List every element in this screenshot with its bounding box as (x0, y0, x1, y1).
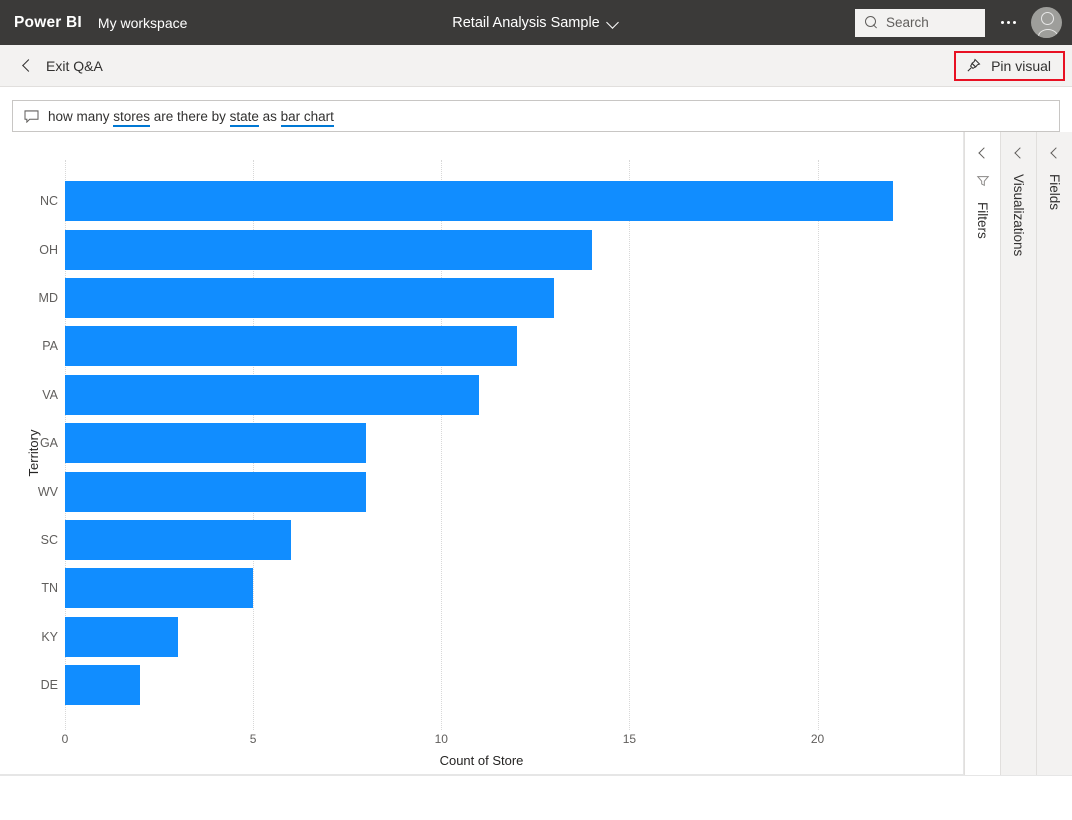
bar-PA[interactable] (65, 326, 517, 366)
bar-row[interactable] (65, 419, 953, 467)
search-input[interactable]: Search (855, 9, 985, 37)
bar-chart: Territory NCOHMDPAVAGAWVSCTNKYDE 0510152… (0, 132, 963, 774)
bar-row[interactable] (65, 613, 953, 661)
dot (1013, 21, 1016, 24)
y-axis-tick-label: WV (22, 467, 58, 515)
search-placeholder: Search (886, 15, 929, 30)
x-axis-tick-label: 5 (250, 732, 257, 746)
pane-filters[interactable]: Filters (964, 132, 1000, 775)
bar-DE[interactable] (65, 665, 140, 705)
main-content: Territory NCOHMDPAVAGAWVSCTNKYDE 0510152… (0, 132, 1072, 775)
bar-OH[interactable] (65, 230, 592, 270)
bar-VA[interactable] (65, 375, 479, 415)
pane-visualizations-label[interactable]: Visualizations (1011, 174, 1026, 256)
qa-text-part: are there by (150, 109, 230, 124)
y-axis-tick-label: PA (22, 322, 58, 370)
exit-qa-button[interactable]: Exit Q&A (22, 58, 103, 74)
bar-row[interactable] (65, 516, 953, 564)
x-axis-tick-label: 10 (435, 732, 448, 746)
qa-term-stores[interactable]: stores (113, 109, 150, 127)
pin-visual-label: Pin visual (991, 58, 1051, 74)
x-axis-tick-label: 0 (62, 732, 69, 746)
filter-icon (976, 174, 990, 188)
exit-qa-label: Exit Q&A (46, 58, 103, 74)
bar-GA[interactable] (65, 423, 366, 463)
pin-icon (966, 58, 981, 73)
y-axis-tick-label: SC (22, 516, 58, 564)
bar-KY[interactable] (65, 617, 178, 657)
y-axis-tick-label: VA (22, 371, 58, 419)
y-axis-tick-labels: NCOHMDPAVAGAWVSCTNKYDE (22, 177, 58, 709)
dot (1001, 21, 1004, 24)
pane-fields-label[interactable]: Fields (1047, 174, 1062, 210)
pane-fields[interactable]: Fields (1036, 132, 1072, 775)
bar-SC[interactable] (65, 520, 291, 560)
x-axis-tick-label: 15 (623, 732, 636, 746)
y-axis-tick-label: NC (22, 177, 58, 225)
avatar[interactable] (1031, 7, 1062, 38)
qa-text-part: as (259, 109, 281, 124)
search-icon (865, 16, 878, 29)
bottom-strip (0, 775, 1072, 820)
x-axis-title: Count of Store (0, 753, 963, 768)
bar-row[interactable] (65, 371, 953, 419)
y-axis-tick-label: MD (22, 274, 58, 322)
expand-filters-icon[interactable] (977, 146, 989, 160)
x-axis-tick-labels: 0 5 10 15 20 (0, 732, 963, 748)
qa-question-text: how many stores are there by state as ba… (48, 109, 334, 124)
bar-MD[interactable] (65, 278, 554, 318)
more-options-button[interactable] (991, 6, 1025, 40)
speech-bubble-icon (24, 110, 39, 123)
y-axis-tick-label: TN (22, 564, 58, 612)
bar-NC[interactable] (65, 181, 893, 221)
header-actions: Search (855, 6, 1072, 40)
chevron-left-icon (22, 59, 33, 72)
expand-visualizations-icon[interactable] (1013, 146, 1025, 160)
bar-row[interactable] (65, 564, 953, 612)
pin-visual-button[interactable]: Pin visual (954, 51, 1065, 81)
powerbi-logo[interactable]: Power BI (14, 14, 82, 32)
bar-row[interactable] (65, 467, 953, 515)
report-title-dropdown[interactable]: Retail Analysis Sample (452, 15, 620, 31)
qa-text-part: how many (48, 109, 113, 124)
qa-bar-container: how many stores are there by state as ba… (0, 87, 1072, 132)
workspace-link[interactable]: My workspace (98, 15, 187, 31)
dot (1007, 21, 1010, 24)
bar-row[interactable] (65, 225, 953, 273)
report-title: Retail Analysis Sample (452, 15, 600, 31)
bar-series (65, 177, 953, 709)
bar-row[interactable] (65, 322, 953, 370)
qa-result-visual[interactable]: Territory NCOHMDPAVAGAWVSCTNKYDE 0510152… (0, 132, 964, 775)
bar-WV[interactable] (65, 472, 366, 512)
pane-filters-label[interactable]: Filters (975, 202, 990, 239)
app-header: Power BI My workspace Retail Analysis Sa… (0, 0, 1072, 45)
bar-row[interactable] (65, 274, 953, 322)
qa-term-state[interactable]: state (230, 109, 259, 127)
qa-toolbar: Exit Q&A Pin visual (0, 45, 1072, 87)
bar-row[interactable] (65, 177, 953, 225)
expand-fields-icon[interactable] (1049, 146, 1061, 160)
qa-question-input[interactable]: how many stores are there by state as ba… (12, 100, 1060, 132)
bar-TN[interactable] (65, 568, 253, 608)
y-axis-tick-label: GA (22, 419, 58, 467)
chevron-down-icon (608, 17, 620, 29)
pane-visualizations[interactable]: Visualizations (1000, 132, 1036, 775)
y-axis-tick-label: KY (22, 613, 58, 661)
y-axis-tick-label: OH (22, 225, 58, 273)
y-axis-tick-label: DE (22, 661, 58, 709)
bar-row[interactable] (65, 661, 953, 709)
x-axis-tick-label: 20 (811, 732, 824, 746)
qa-term-bar-chart[interactable]: bar chart (281, 109, 334, 127)
